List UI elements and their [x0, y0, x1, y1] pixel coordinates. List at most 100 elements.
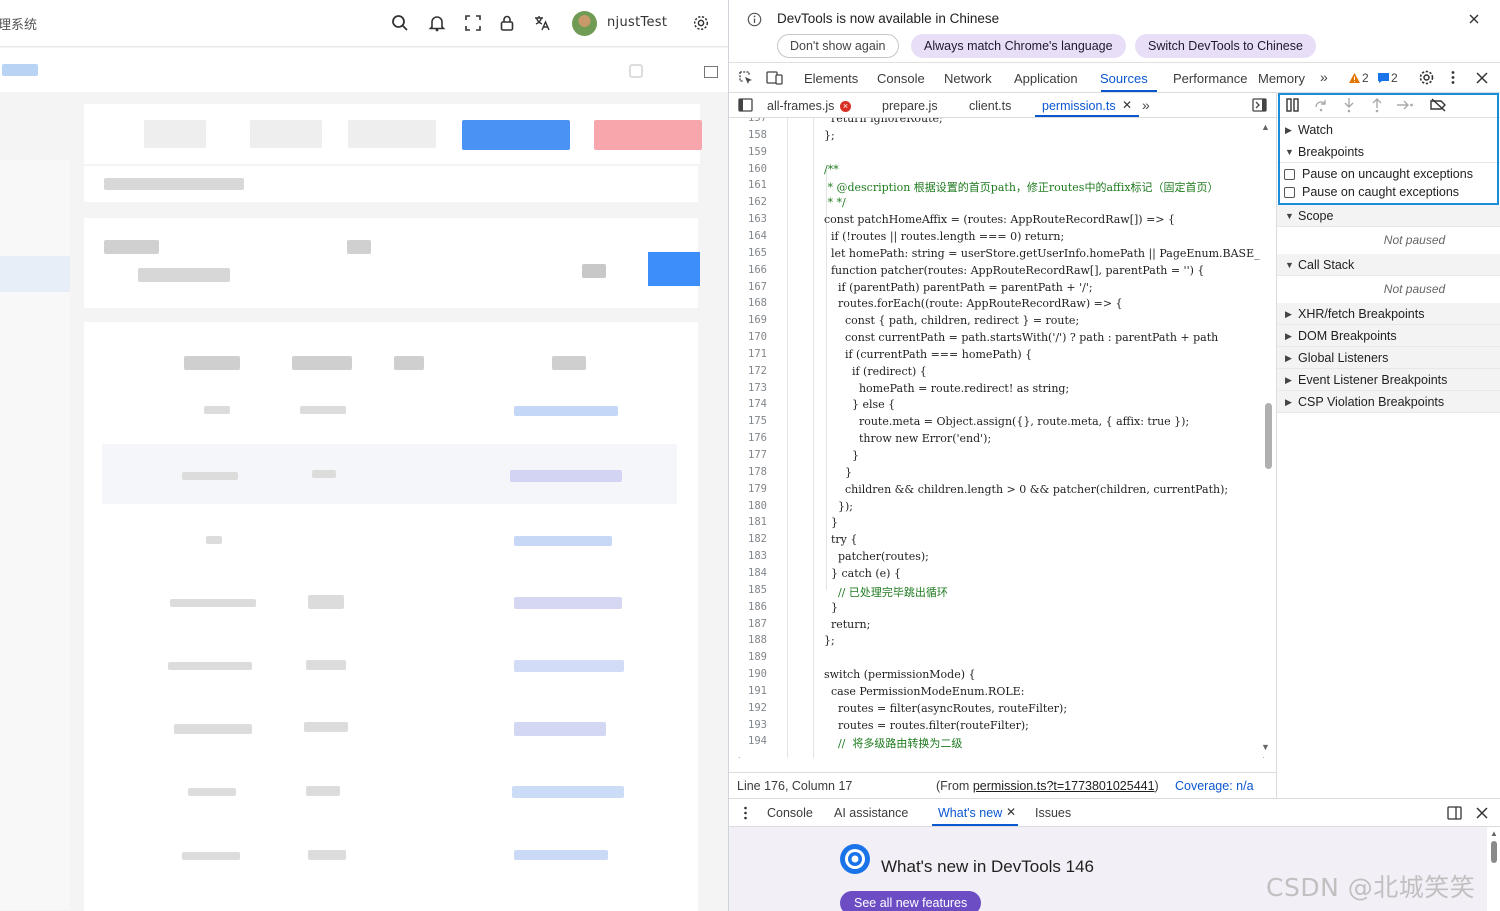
toolbar-button[interactable]: [348, 120, 436, 148]
more-tabs-icon[interactable]: »: [1320, 69, 1328, 85]
settings-gear-icon[interactable]: [1418, 69, 1435, 86]
device-toolbar-icon[interactable]: [766, 70, 783, 86]
see-all-features-button[interactable]: See all new features: [840, 891, 982, 911]
lock-icon[interactable]: [496, 12, 518, 34]
code-line: // 已处理完毕跳出循环: [817, 585, 948, 599]
drawer-scrollbar[interactable]: [1491, 841, 1497, 863]
pause-uncaught-label[interactable]: Pause on uncaught exceptions: [1302, 167, 1473, 181]
warning-count[interactable]: 2: [1362, 71, 1369, 85]
file-tab-prepare[interactable]: prepare.js: [882, 99, 938, 113]
dont-show-again-button[interactable]: Don't show again: [777, 34, 899, 58]
dom-breakpoints-section[interactable]: ▶ DOM Breakpoints: [1277, 325, 1500, 347]
global-listeners-section[interactable]: ▶ Global Listeners: [1277, 347, 1500, 369]
file-tab-permission[interactable]: permission.ts: [1042, 99, 1116, 113]
tab-performance[interactable]: Performance: [1173, 71, 1247, 86]
code-line: const patchHomeAffix = (routes: AppRoute…: [817, 213, 1176, 227]
tab-sources[interactable]: Sources: [1100, 71, 1148, 86]
user-name[interactable]: njustTest: [607, 15, 667, 30]
table-row[interactable]: [102, 444, 677, 504]
toolbar-button[interactable]: [144, 120, 206, 148]
danger-button[interactable]: [594, 120, 702, 150]
tab-application[interactable]: Application: [1014, 71, 1078, 86]
code-line: if (!routes || routes.length === 0) retu…: [817, 229, 1065, 243]
scroll-up-arrow[interactable]: ▲: [1261, 122, 1270, 132]
active-tab[interactable]: [2, 64, 38, 76]
scroll-right-arrow[interactable]: ▶: [1263, 755, 1270, 758]
csp-violation-breakpoints-section[interactable]: ▶ CSP Violation Breakpoints: [1277, 391, 1500, 413]
drawer-tab-console[interactable]: Console: [767, 806, 813, 820]
vertical-scrollbar[interactable]: [1265, 403, 1272, 469]
tab-network[interactable]: Network: [944, 71, 992, 86]
fullscreen-icon[interactable]: [462, 12, 484, 34]
file-tab-client[interactable]: client.ts: [969, 99, 1011, 113]
close-drawer-icon[interactable]: [1476, 807, 1488, 819]
breakpoints-section[interactable]: ▼ Breakpoints: [1277, 141, 1500, 163]
collapse-arrow-icon: ▼: [1285, 147, 1294, 157]
message-icon[interactable]: [1377, 72, 1390, 84]
drawer-menu-icon[interactable]: [743, 806, 748, 820]
table-row[interactable]: [102, 510, 677, 570]
pause-uncaught-checkbox[interactable]: [1284, 169, 1295, 180]
deactivate-breakpoints-icon[interactable]: [1430, 98, 1447, 112]
toggle-debugger-icon[interactable]: [1252, 98, 1267, 112]
xhr-breakpoints-section[interactable]: ▶ XHR/fetch Breakpoints: [1277, 303, 1500, 325]
scroll-down-arrow[interactable]: ▼: [1261, 742, 1270, 752]
table-row[interactable]: [102, 636, 677, 696]
table-row[interactable]: [102, 573, 677, 633]
source-link[interactable]: permission.ts?t=1773801025441: [973, 779, 1155, 793]
search-icon[interactable]: [389, 12, 411, 34]
dock-side-icon[interactable]: [1447, 806, 1462, 820]
scope-section[interactable]: ▼ Scope: [1277, 205, 1500, 227]
close-tab-icon[interactable]: ✕: [1122, 98, 1132, 112]
drawer-tabs: Console AI assistance What's new ✕ Issue…: [729, 799, 1500, 827]
translate-icon[interactable]: [531, 12, 553, 34]
primary-button[interactable]: [462, 120, 570, 150]
event-listener-breakpoints-label: Event Listener Breakpoints: [1298, 373, 1448, 387]
call-stack-section[interactable]: ▼ Call Stack: [1277, 254, 1500, 276]
pause-resume-icon[interactable]: [1286, 98, 1300, 112]
more-files-icon[interactable]: »: [1142, 97, 1150, 113]
message-count[interactable]: 2: [1391, 71, 1398, 85]
refresh-icon[interactable]: [629, 64, 643, 78]
switch-to-chinese-button[interactable]: Switch DevTools to Chinese: [1135, 34, 1316, 58]
always-match-language-button[interactable]: Always match Chrome's language: [911, 34, 1126, 58]
pause-caught-checkbox[interactable]: [1284, 187, 1295, 198]
drawer-tab-ai-assistance[interactable]: AI assistance: [834, 806, 908, 820]
error-x-icon[interactable]: ×: [840, 101, 851, 112]
form-label: [347, 240, 371, 254]
drawer-tab-issues[interactable]: Issues: [1035, 806, 1071, 820]
pause-caught-label[interactable]: Pause on caught exceptions: [1302, 185, 1459, 199]
tab-memory[interactable]: Memory: [1258, 71, 1305, 86]
toggle-navigator-icon[interactable]: [738, 98, 753, 112]
table-row[interactable]: [102, 380, 677, 440]
drawer-scroll-up-arrow[interactable]: ▲: [1490, 829, 1498, 838]
maximize-icon[interactable]: [704, 66, 718, 78]
chrome-devtools-logo-icon: [840, 844, 870, 874]
warning-icon[interactable]: [1348, 72, 1361, 84]
tree-selected-node[interactable]: [0, 256, 70, 292]
toolbar-button[interactable]: [250, 120, 322, 148]
table-row[interactable]: [102, 698, 677, 758]
table-row[interactable]: [102, 760, 677, 820]
gear-icon[interactable]: [690, 12, 712, 34]
close-whats-new-icon[interactable]: ✕: [1006, 805, 1016, 819]
drawer-tab-whats-new[interactable]: What's new: [938, 806, 1002, 820]
event-listener-breakpoints-section[interactable]: ▶ Event Listener Breakpoints: [1277, 369, 1500, 391]
tab-elements[interactable]: Elements: [804, 71, 858, 86]
bell-icon[interactable]: [426, 12, 448, 34]
search-button[interactable]: [648, 252, 700, 286]
form-input[interactable]: [138, 268, 230, 282]
watch-section[interactable]: ▶ Watch: [1277, 119, 1500, 141]
scroll-left-arrow[interactable]: ◀: [733, 755, 740, 758]
close-infobar-icon[interactable]: [1468, 13, 1480, 25]
table-row[interactable]: [102, 824, 677, 884]
inspect-element-icon[interactable]: [738, 70, 754, 86]
tab-console[interactable]: Console: [877, 71, 925, 86]
kebab-menu-icon[interactable]: [1450, 70, 1456, 85]
close-devtools-icon[interactable]: [1476, 72, 1488, 84]
file-tab-all-frames[interactable]: all-frames.js: [767, 99, 834, 113]
code-editor[interactable]: 157 158 159 160 161 162 163 164 165 166 167 168 169 1…: [729, 118, 1276, 758]
code-line: /**: [817, 162, 839, 176]
coverage-status[interactable]: Coverage: n/a: [1175, 779, 1254, 793]
user-avatar[interactable]: [572, 11, 597, 36]
